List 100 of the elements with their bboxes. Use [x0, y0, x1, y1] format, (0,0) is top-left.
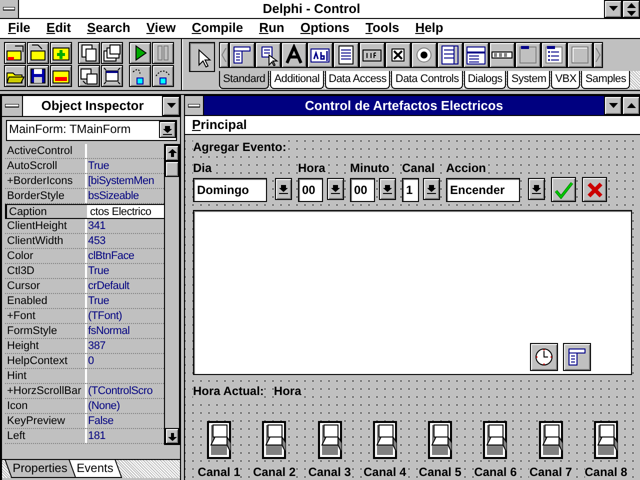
property-name: +BorderIcons — [5, 174, 87, 188]
palette-tab[interactable]: Standard — [219, 71, 270, 89]
toolbar-button[interactable] — [78, 42, 100, 64]
toolbar-button[interactable] — [101, 65, 123, 87]
menu-item[interactable]: Edit — [40, 19, 77, 38]
toolbar-button[interactable] — [129, 65, 151, 87]
menu-item[interactable]: Tools — [359, 19, 406, 38]
toolbar-button[interactable] — [50, 42, 72, 64]
property-row[interactable]: Caption ctos Electrico — [5, 204, 164, 219]
toolbar-button[interactable] — [101, 42, 123, 64]
property-name: +HorzScrollBar — [5, 384, 87, 398]
property-value: 453 — [88, 235, 106, 247]
palette-tab[interactable]: System — [507, 71, 550, 89]
component-button[interactable] — [411, 42, 437, 68]
menu-item[interactable]: Options — [294, 19, 356, 38]
menu-item[interactable]: Help — [409, 19, 450, 38]
menu-item[interactable]: Principal — [190, 116, 249, 134]
minimize-button[interactable] — [162, 96, 180, 116]
scroll-down-button[interactable] — [165, 428, 179, 444]
combo-field[interactable]: Domingo — [193, 178, 267, 202]
dropdown-button[interactable] — [327, 178, 344, 200]
pages-icon — [79, 43, 99, 63]
restore-button[interactable] — [622, 0, 640, 18]
windows-icon — [102, 43, 122, 63]
component-button[interactable] — [567, 42, 593, 68]
menu-item[interactable]: Search — [80, 19, 136, 38]
toolbar-button[interactable] — [4, 42, 26, 64]
component-button[interactable] — [359, 42, 385, 68]
system-menu-button[interactable] — [185, 96, 204, 116]
component-button[interactable] — [385, 42, 411, 68]
group-box-icon — [517, 44, 539, 66]
menu-item[interactable]: Compile — [186, 19, 250, 38]
property-value: 341 — [88, 220, 106, 232]
dropdown-button[interactable] — [379, 178, 396, 200]
component-button[interactable] — [541, 42, 567, 68]
menu-component[interactable] — [563, 343, 591, 371]
cancel-button[interactable] — [582, 177, 607, 202]
palette-tab[interactable]: VBX — [551, 71, 580, 89]
down-arrow-icon — [532, 184, 541, 194]
component-button[interactable] — [489, 42, 515, 68]
property-value: (None) — [88, 400, 120, 412]
palette-tab[interactable]: Dialogs — [464, 71, 506, 89]
dropdown-button[interactable] — [159, 121, 176, 138]
scroll-thumb[interactable] — [165, 161, 179, 177]
palette-tab[interactable]: Additional — [270, 71, 324, 89]
main-menu-icon — [231, 44, 253, 66]
palette-tab[interactable]: Samples — [581, 71, 630, 89]
channel-label: Canal 4 — [364, 465, 406, 480]
property-name: KeyPreview — [5, 414, 87, 428]
toolbar-button[interactable] — [27, 65, 49, 87]
object-selector[interactable]: MainForm: TMainForm — [6, 120, 177, 141]
scroll-up-button[interactable] — [165, 145, 179, 161]
component-button[interactable] — [515, 42, 541, 68]
toolbar-button[interactable] — [152, 42, 174, 64]
memo-box[interactable] — [193, 210, 632, 375]
component-button[interactable] — [255, 42, 281, 68]
panel-title: Object Inspector — [40, 97, 145, 115]
down-arrow-icon — [383, 184, 392, 194]
minimize-button[interactable] — [604, 0, 622, 18]
toolbar-button[interactable] — [152, 65, 174, 87]
dropdown-button[interactable] — [423, 178, 440, 200]
component-button[interactable] — [307, 42, 333, 68]
toolbar-button[interactable] — [4, 65, 26, 87]
palette-tab[interactable]: Data Controls — [391, 71, 463, 89]
combo-field[interactable]: 00 — [350, 178, 375, 202]
minimize-button[interactable] — [604, 96, 622, 116]
timer-component[interactable] — [530, 343, 558, 371]
pointer-tool-button[interactable] — [189, 42, 215, 72]
property-value: clBtnFace — [88, 250, 134, 262]
open-project-icon — [5, 43, 25, 63]
toolbar-button[interactable] — [50, 65, 72, 87]
combo-field[interactable]: Encender — [446, 178, 520, 202]
scroll-right-button[interactable] — [593, 42, 603, 68]
menu-item[interactable]: View — [140, 19, 182, 38]
combo-field[interactable]: 00 — [298, 178, 323, 202]
up-triangle-icon — [626, 102, 636, 109]
scrollbar[interactable] — [164, 144, 180, 445]
dropdown-button[interactable] — [528, 178, 545, 200]
scroll-left-button[interactable] — [219, 42, 229, 68]
component-button[interactable] — [437, 42, 463, 68]
maximize-button[interactable] — [622, 96, 640, 116]
inspector-tab[interactable]: Events — [68, 460, 122, 478]
component-button[interactable] — [463, 42, 489, 68]
dropdown-button[interactable] — [275, 178, 292, 200]
window-title: Delphi - Control — [262, 0, 362, 18]
component-button[interactable] — [229, 42, 255, 68]
system-menu-button[interactable] — [0, 0, 19, 18]
component-button[interactable] — [333, 42, 359, 68]
component-button[interactable] — [281, 42, 307, 68]
property-value: [biSystemMen — [88, 175, 154, 187]
combo-field[interactable]: 1 — [402, 178, 419, 202]
inspector-tab[interactable]: Properties — [4, 460, 76, 478]
toolbar-button[interactable] — [129, 42, 151, 64]
property-value: True — [88, 160, 110, 172]
confirm-button[interactable] — [551, 177, 576, 202]
system-menu-button[interactable] — [2, 96, 23, 116]
palette-tab[interactable]: Data Access — [324, 71, 390, 89]
menu-item[interactable]: File — [2, 19, 36, 38]
toolbar-button[interactable] — [78, 65, 100, 87]
menu-item[interactable]: Run — [253, 19, 290, 38]
